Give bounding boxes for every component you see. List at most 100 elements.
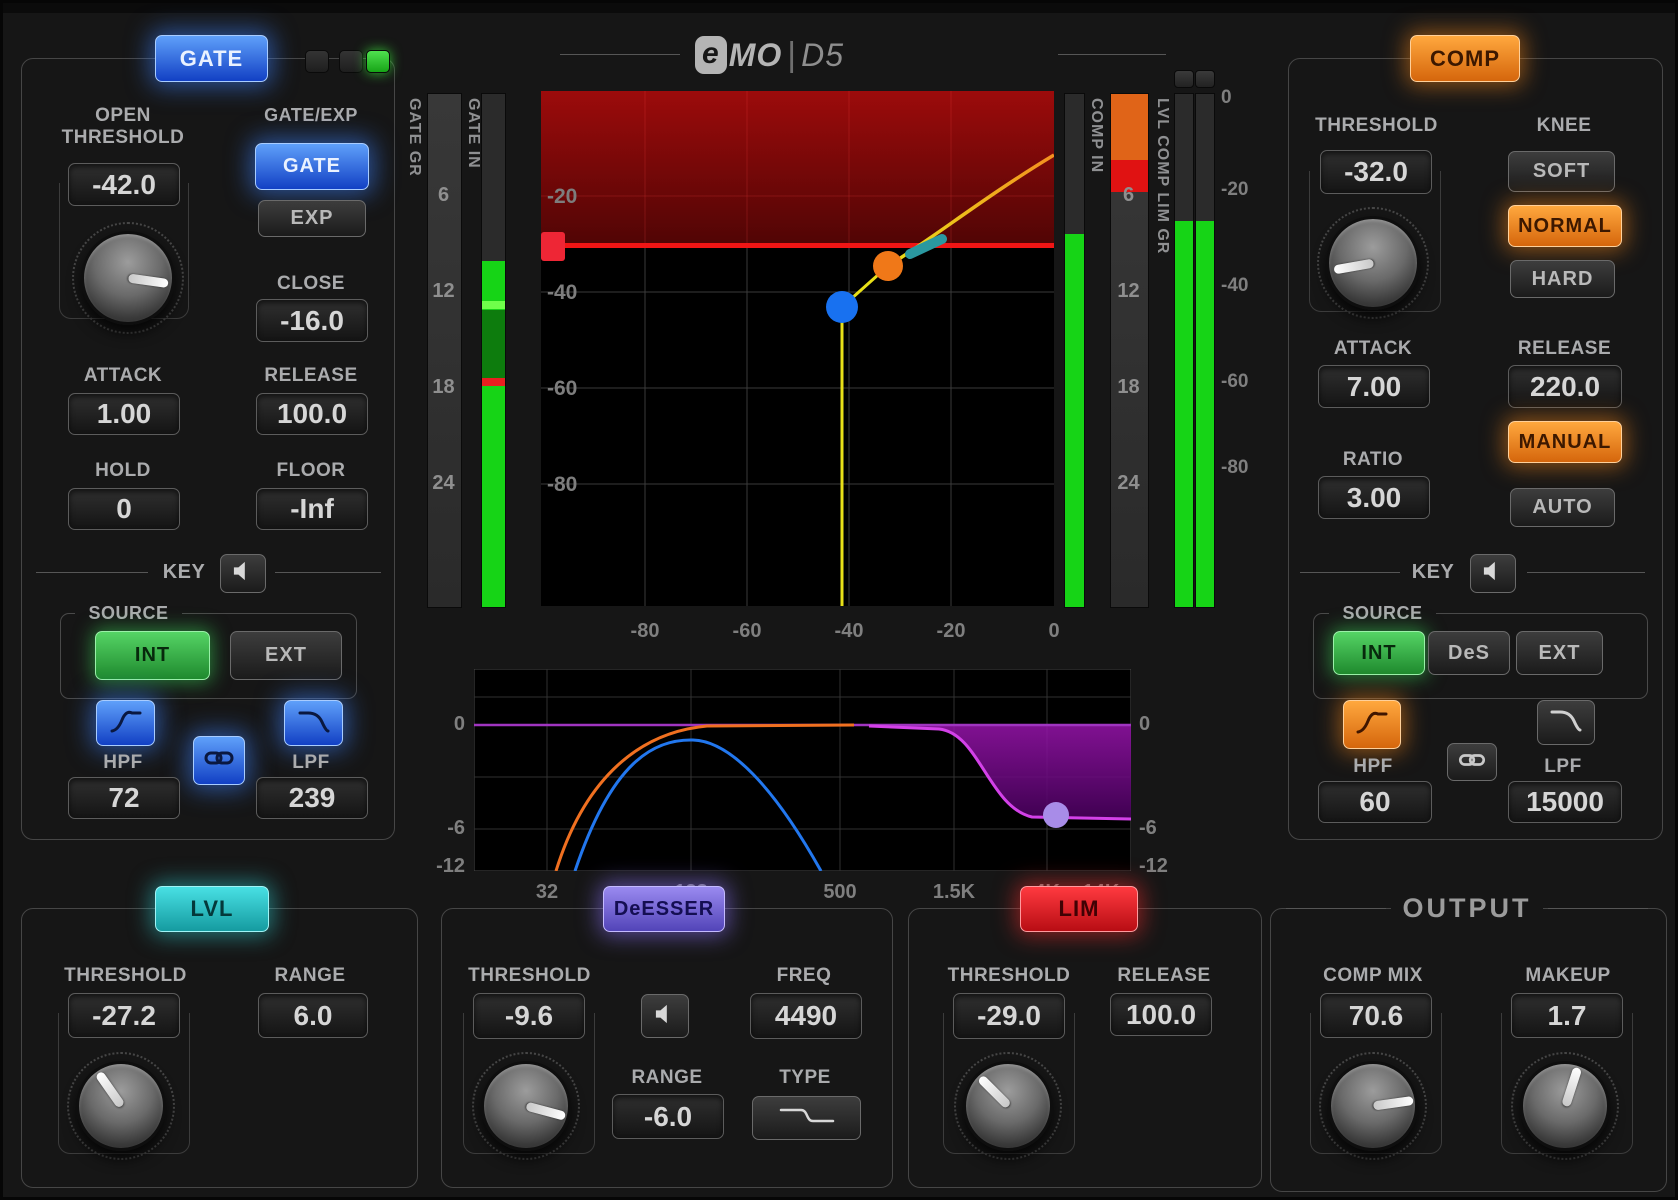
gate-hpf-lpf-link-button[interactable] xyxy=(193,736,245,785)
gate-mode-gate-button[interactable]: GATE xyxy=(255,143,369,190)
comp-in-meter xyxy=(1064,93,1085,608)
lim-threshold-knob[interactable] xyxy=(954,1052,1062,1160)
deesser-freq-handle[interactable] xyxy=(1043,802,1069,828)
gate-enable-button[interactable]: GATE xyxy=(155,35,268,82)
comp-in-meter-label: COMP IN xyxy=(1088,98,1105,174)
comp-threshold-knob[interactable] xyxy=(1317,207,1429,319)
comp-knee-soft-button[interactable]: SOFT xyxy=(1508,151,1615,192)
comp-source-int-button[interactable]: INT xyxy=(1333,631,1425,675)
gate-key-line-right xyxy=(275,572,381,573)
hpf-filter-icon xyxy=(1354,709,1390,740)
comp-key-line-right xyxy=(1527,572,1645,573)
lim-gr-fill xyxy=(1111,94,1148,160)
transfer-curve-graph[interactable]: -20 -40 -60 -80 xyxy=(541,91,1054,606)
gate-open-threshold-knob[interactable] xyxy=(72,222,184,334)
out-scale-60: -60 xyxy=(1221,371,1249,392)
gate-open-threshold-marker[interactable] xyxy=(482,301,505,309)
filter-db-6-right: -6 xyxy=(1139,817,1157,839)
deesser-enable-button[interactable]: DeESSER xyxy=(603,886,725,932)
deesser-threshold-knob[interactable] xyxy=(472,1052,580,1160)
gate-floor-value[interactable]: -Inf xyxy=(256,488,368,530)
filter-db-12-right: -12 xyxy=(1139,855,1168,877)
limiter-threshold-handle[interactable] xyxy=(541,232,565,261)
lim-release-value[interactable]: 100.0 xyxy=(1110,993,1212,1036)
svg-text:-60: -60 xyxy=(547,377,577,400)
logo-line-right xyxy=(1058,54,1166,55)
gate-hpf-value[interactable]: 72 xyxy=(68,777,180,819)
deesser-type-button[interactable] xyxy=(752,1096,861,1140)
filter-db-12-left: -12 xyxy=(436,855,465,877)
gate-gr-scale-12: 12 xyxy=(432,280,455,302)
output-clip-right[interactable] xyxy=(1195,70,1215,88)
comp-threshold-handle[interactable] xyxy=(873,251,903,281)
lvl-enable-button[interactable]: LVL xyxy=(155,886,269,932)
comp-release-manual-button[interactable]: MANUAL xyxy=(1508,421,1622,463)
out-scale-0: 0 xyxy=(1221,87,1232,108)
gate-release-value[interactable]: 100.0 xyxy=(256,393,368,435)
out-scale-40: -40 xyxy=(1221,275,1249,296)
gate-lpf-label: LPF xyxy=(292,752,330,773)
lvl-threshold-knob[interactable] xyxy=(67,1052,175,1160)
deesser-threshold-label: THRESHOLD xyxy=(468,965,591,986)
comp-attack-value[interactable]: 7.00 xyxy=(1318,365,1430,408)
output-makeup-knob[interactable] xyxy=(1511,1052,1619,1160)
gate-key-hpf-icon-button[interactable] xyxy=(96,700,155,746)
gate-gr-scale-6: 6 xyxy=(437,184,450,206)
deesser-freq-label: FREQ xyxy=(776,965,832,986)
gate-attack-value[interactable]: 1.00 xyxy=(68,393,180,435)
transfer-x-tick-0: 0 xyxy=(1048,620,1060,642)
output-meter-right-fill xyxy=(1196,221,1214,607)
comp-knee-hard-button[interactable]: HARD xyxy=(1510,260,1615,298)
filter-db-0-left: 0 xyxy=(453,713,465,735)
lim-enable-button[interactable]: LIM xyxy=(1020,886,1138,932)
comp-knee-normal-button[interactable]: NORMAL xyxy=(1508,205,1622,247)
gate-gr-scale-18: 18 xyxy=(432,376,455,398)
comp-key-lpf-icon-button[interactable] xyxy=(1537,700,1595,745)
gate-indicator-active xyxy=(366,50,390,73)
gate-mode-exp-button[interactable]: EXP xyxy=(258,200,366,237)
key-filter-graph[interactable] xyxy=(474,669,1131,871)
deesser-monitor-button[interactable] xyxy=(641,994,689,1038)
gate-close-label: CLOSE xyxy=(277,273,345,294)
svg-text:-40: -40 xyxy=(547,281,577,304)
lvl-range-value[interactable]: 6.0 xyxy=(258,993,368,1038)
deesser-type-label: TYPE xyxy=(779,1067,831,1088)
gate-release-label: RELEASE xyxy=(264,365,358,386)
output-clip-left[interactable] xyxy=(1174,70,1194,88)
comp-release-auto-button[interactable]: AUTO xyxy=(1510,488,1615,527)
comp-release-value[interactable]: 220.0 xyxy=(1508,365,1622,408)
deesser-range-value[interactable]: -6.0 xyxy=(612,1094,724,1139)
window-top-strip xyxy=(3,3,1675,13)
comp-key-monitor-button[interactable] xyxy=(1470,554,1516,593)
gate-source-int-button[interactable]: INT xyxy=(95,631,210,680)
comp-knee-label: KNEE xyxy=(1536,115,1592,136)
gate-threshold-handle[interactable] xyxy=(826,291,858,323)
comp-source-des-button[interactable]: DeS xyxy=(1428,631,1510,675)
transfer-x-tick-20: -20 xyxy=(936,620,966,642)
gate-open-threshold-label: OPEN THRESHOLD xyxy=(61,105,185,148)
deesser-freq-value[interactable]: 4490 xyxy=(750,993,862,1039)
output-comp-mix-knob[interactable] xyxy=(1319,1052,1427,1160)
comp-hpf-lpf-link-button[interactable] xyxy=(1447,743,1497,781)
comp-ratio-value[interactable]: 3.00 xyxy=(1318,476,1430,519)
comp-key-hpf-icon-button[interactable] xyxy=(1343,700,1401,749)
gate-source-ext-button[interactable]: EXT xyxy=(230,631,342,680)
gate-mode-label: GATE/EXP xyxy=(264,105,358,125)
gate-key-line-left xyxy=(36,572,148,573)
comp-lpf-value[interactable]: 15000 xyxy=(1508,781,1622,823)
gate-close-value[interactable]: -16.0 xyxy=(256,299,368,342)
svg-text:-80: -80 xyxy=(547,473,577,496)
gate-hold-value[interactable]: 0 xyxy=(68,488,180,530)
comp-threshold-label: THRESHOLD xyxy=(1315,115,1438,136)
comp-enable-button[interactable]: COMP xyxy=(1410,35,1520,82)
lvl-comp-lim-gr-meter xyxy=(1110,93,1149,608)
output-title: OUTPUT xyxy=(1391,893,1543,924)
gate-close-threshold-marker[interactable] xyxy=(482,378,505,386)
speaker-icon xyxy=(654,1004,676,1029)
gate-key-monitor-button[interactable] xyxy=(220,554,266,593)
comp-source-ext-button[interactable]: EXT xyxy=(1516,631,1603,675)
gate-lpf-value[interactable]: 239 xyxy=(256,777,368,819)
comp-hpf-value[interactable]: 60 xyxy=(1318,781,1432,823)
gate-indicator-1 xyxy=(305,50,329,73)
gate-key-lpf-icon-button[interactable] xyxy=(284,700,343,746)
